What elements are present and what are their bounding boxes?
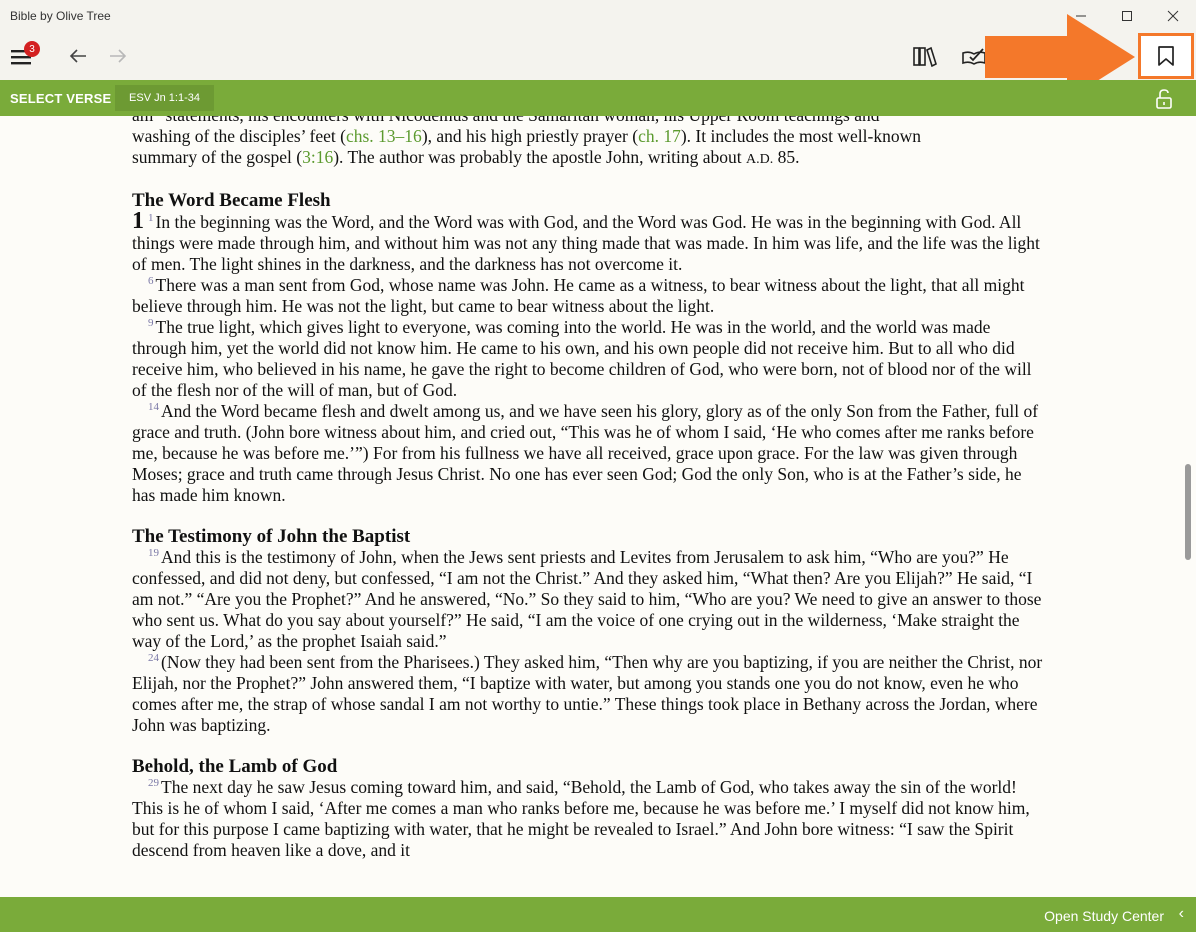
section-heading: The Testimony of John the Baptist: [132, 526, 411, 547]
cross-reference-link[interactable]: 3:16: [302, 147, 333, 167]
passage-reference[interactable]: ESV Jn 1:1-34: [115, 85, 214, 111]
verse-number[interactable]: 19: [148, 547, 159, 559]
verse-paragraph: 14 And the Word became flesh and dwelt am…: [132, 401, 1039, 505]
verse-paragraph: 24 (Now they had been sent from the Phari…: [132, 652, 1043, 735]
verse-number[interactable]: 6: [148, 275, 154, 287]
chapter-number: 1: [132, 208, 144, 234]
scrollbar-thumb[interactable]: [1185, 464, 1191, 560]
close-button[interactable]: [1150, 0, 1196, 32]
open-study-center-button[interactable]: Open Study Center: [1044, 908, 1164, 924]
select-verse-bar: SELECT VERSE ESV Jn 1:1-34: [0, 80, 1196, 116]
verse-paragraph: 29 The next day he saw Jesus coming towar…: [132, 777, 1030, 860]
section-heading: The Word Became Flesh: [132, 190, 331, 211]
bookmark-icon: [1158, 46, 1174, 66]
cross-reference-link[interactable]: ch. 17: [638, 126, 681, 146]
intro-line: am” statements, his encounters with Nico…: [132, 116, 921, 167]
arrow-right-icon: [110, 49, 127, 63]
library-button[interactable]: [903, 32, 947, 80]
close-icon: [1167, 10, 1179, 22]
chevron-left-icon[interactable]: ‹: [1179, 905, 1184, 923]
open-book-check-icon: [962, 48, 986, 65]
verse-number[interactable]: 29: [148, 777, 159, 789]
menu-button[interactable]: 3: [0, 32, 44, 80]
notification-badge: 3: [24, 41, 40, 57]
verse-number[interactable]: 9: [148, 317, 154, 329]
forward-button[interactable]: [96, 32, 140, 80]
verse-paragraph: 1 1 In the beginning was the Word, and the…: [132, 208, 1040, 274]
verse-number[interactable]: 14: [148, 401, 159, 413]
study-center-bar: Open Study Center ‹: [0, 897, 1196, 932]
verse-paragraph: 9 The true light, which gives light to ev…: [132, 317, 1032, 400]
window-title: Bible by Olive Tree: [10, 9, 111, 23]
verse-paragraph: 6 There was a man sent from God, whose na…: [132, 275, 1025, 316]
unlock-icon[interactable]: [1154, 88, 1174, 110]
section-heading: Behold, the Lamb of God: [132, 756, 338, 777]
bible-text: am” statements, his encounters with Nico…: [132, 116, 1047, 861]
arrow-left-icon: [69, 49, 86, 63]
bible-text-pane[interactable]: am” statements, his encounters with Nico…: [0, 116, 1180, 897]
bookmark-button[interactable]: [1138, 33, 1194, 79]
library-books-icon: [913, 46, 937, 67]
select-verse-button[interactable]: SELECT VERSE: [10, 91, 111, 106]
verse-paragraph: 19 And this is the testimony of John, whe…: [132, 547, 1042, 651]
verse-number[interactable]: 1: [148, 212, 154, 224]
back-button[interactable]: [56, 32, 100, 80]
cross-reference-link[interactable]: chs. 13–16: [346, 126, 422, 146]
verse-number[interactable]: 24: [148, 652, 159, 664]
